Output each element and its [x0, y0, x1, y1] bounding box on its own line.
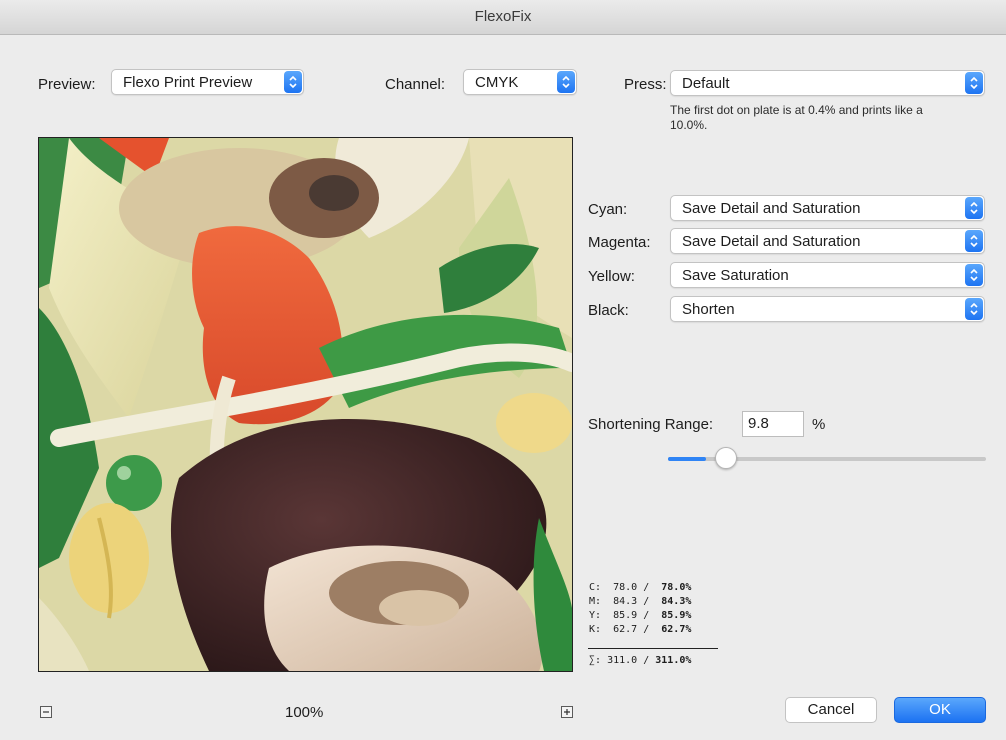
- readout-divider: [588, 648, 718, 649]
- readout-cyan-percent: 78.0%: [661, 582, 692, 593]
- readout-yellow-label: Y:: [589, 610, 602, 621]
- readout-magenta-percent: 84.3%: [661, 596, 692, 607]
- updown-arrows-icon: [965, 197, 983, 219]
- readout-sum-percent: 311.0%: [655, 655, 692, 666]
- readout-sum-label: ∑:: [589, 655, 602, 666]
- readout-yellow-value: 85.9 /: [613, 610, 650, 621]
- zoom-out-icon[interactable]: [40, 706, 52, 718]
- preview-select-value: Flexo Print Preview: [123, 74, 253, 91]
- readout-cyan-label: C:: [589, 582, 602, 593]
- shortening-range-label: Shortening Range:: [588, 416, 714, 433]
- updown-arrows-icon: [965, 298, 983, 320]
- preview-select[interactable]: Flexo Print Preview: [111, 69, 304, 95]
- cyan-label: Cyan:: [588, 201, 628, 218]
- readout-black-value: 62.7 /: [613, 624, 650, 635]
- updown-arrows-icon: [965, 72, 983, 94]
- ok-button[interactable]: OK: [894, 697, 986, 723]
- magenta-label: Magenta:: [588, 234, 651, 251]
- press-note-line1: The first dot on plate is at 0.4% and pr…: [670, 103, 923, 117]
- shortening-range-input[interactable]: 9.8: [742, 411, 804, 437]
- press-label: Press:: [624, 76, 667, 93]
- slider-knob[interactable]: [715, 447, 738, 469]
- magenta-select[interactable]: Save Detail and Saturation: [670, 228, 985, 254]
- channel-label: Channel:: [385, 76, 446, 93]
- press-select[interactable]: Default: [670, 70, 985, 96]
- readout-sum: ∑: 311.0 / 311.0%: [589, 654, 691, 667]
- readout-cyan-value: 78.0 /: [613, 582, 650, 593]
- preview-label: Preview:: [38, 76, 96, 93]
- updown-arrows-icon: [557, 71, 575, 93]
- readout-sum-value: 311.0 /: [607, 655, 650, 666]
- zoom-in-icon[interactable]: [561, 706, 573, 718]
- readout-cyan: C: 78.0 / 78.0%: [589, 581, 691, 594]
- black-select-value: Shorten: [682, 301, 735, 318]
- preview-image: [38, 137, 573, 672]
- zoom-level: 100%: [285, 704, 324, 721]
- updown-arrows-icon: [965, 264, 983, 286]
- cyan-select[interactable]: Save Detail and Saturation: [670, 195, 985, 221]
- shortening-range-unit: %: [812, 416, 826, 433]
- magenta-select-value: Save Detail and Saturation: [682, 233, 861, 250]
- food-photo: [39, 138, 572, 671]
- press-select-value: Default: [682, 75, 730, 92]
- readout-yellow: Y: 85.9 / 85.9%: [589, 609, 691, 622]
- black-select[interactable]: Shorten: [670, 296, 985, 322]
- cancel-button[interactable]: Cancel: [785, 697, 877, 723]
- channel-select-value: CMYK: [475, 74, 519, 91]
- press-note-line2: 10.0%.: [670, 118, 708, 132]
- readout-magenta-value: 84.3 /: [613, 596, 650, 607]
- window-title: FlexoFix: [0, 0, 1006, 35]
- slider-fill: [668, 457, 707, 461]
- yellow-select-value: Save Saturation: [682, 267, 789, 284]
- readout-black-label: K:: [589, 624, 602, 635]
- updown-arrows-icon: [284, 71, 302, 93]
- readout-black-percent: 62.7%: [661, 624, 692, 635]
- readout-yellow-percent: 85.9%: [661, 610, 692, 621]
- readout-magenta: M: 84.3 / 84.3%: [589, 595, 691, 608]
- readout-magenta-label: M:: [589, 596, 602, 607]
- channel-select[interactable]: CMYK: [463, 69, 577, 95]
- readout-black: K: 62.7 / 62.7%: [589, 623, 691, 636]
- black-label: Black:: [588, 302, 629, 319]
- yellow-select[interactable]: Save Saturation: [670, 262, 985, 288]
- yellow-label: Yellow:: [588, 268, 635, 285]
- cyan-select-value: Save Detail and Saturation: [682, 200, 861, 217]
- updown-arrows-icon: [965, 230, 983, 252]
